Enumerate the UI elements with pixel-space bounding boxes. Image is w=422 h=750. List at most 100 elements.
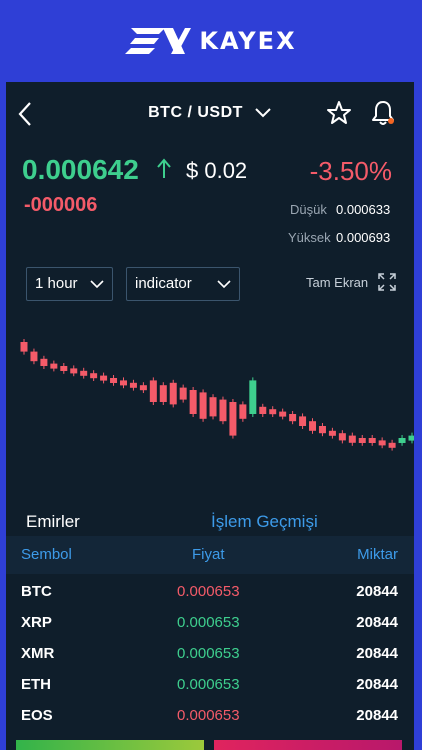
candle xyxy=(60,366,68,371)
indicator-value: indicator xyxy=(135,275,192,292)
candle xyxy=(219,399,227,422)
interval-value: 1 hour xyxy=(35,275,78,292)
candle xyxy=(388,442,396,448)
candle xyxy=(30,351,38,362)
arrow-up-icon xyxy=(157,158,171,178)
candle xyxy=(119,380,127,386)
tab-orders[interactable]: Emirler xyxy=(26,512,80,532)
candle xyxy=(50,363,58,369)
chevron-down-icon xyxy=(217,280,231,289)
candle xyxy=(269,409,277,415)
candle xyxy=(249,380,257,414)
candle xyxy=(129,382,137,388)
change-percent: -3.50% xyxy=(309,156,392,186)
candle xyxy=(209,397,217,417)
high-label: Yüksek xyxy=(288,230,331,245)
candle xyxy=(199,392,207,419)
pair-label: BTC / USDT xyxy=(148,104,243,121)
column-symbol: Sembol xyxy=(21,546,72,563)
notification-button[interactable] xyxy=(370,99,396,127)
column-price: Fiyat xyxy=(192,546,225,563)
indicator-select[interactable]: indicator xyxy=(126,267,240,301)
interval-select[interactable]: 1 hour xyxy=(26,267,113,301)
row-symbol: XRP xyxy=(21,614,52,631)
bell-icon xyxy=(372,101,394,125)
row-quantity: 20844 xyxy=(356,614,398,631)
candle xyxy=(179,387,187,400)
candle xyxy=(169,382,177,405)
buy-button[interactable] xyxy=(16,740,204,750)
favorite-button[interactable] xyxy=(326,100,352,126)
row-symbol: ETH xyxy=(21,676,51,693)
candle xyxy=(189,390,197,414)
kayex-logo-icon xyxy=(125,28,192,54)
pair-selector[interactable]: BTC / USDT xyxy=(6,104,414,122)
candle xyxy=(159,385,167,402)
candle xyxy=(309,421,317,431)
trade-list: BTC 0.000653 20844 XRP 0.000653 20844 XMR 0.000… xyxy=(6,577,414,732)
candle xyxy=(358,438,366,443)
candle xyxy=(318,426,326,434)
row-price: 0.000653 xyxy=(177,614,240,631)
table-row[interactable]: ETH 0.000653 20844 xyxy=(6,670,414,701)
row-symbol: BTC xyxy=(21,583,52,600)
row-quantity: 20844 xyxy=(356,707,398,724)
candle xyxy=(289,414,297,422)
candle xyxy=(90,373,98,379)
tab-trade-history[interactable]: İşlem Geçmişi xyxy=(211,512,318,532)
fullscreen-icon[interactable] xyxy=(378,273,396,291)
row-quantity: 20844 xyxy=(356,583,398,600)
candle xyxy=(398,438,406,443)
chevron-down-icon xyxy=(90,280,104,289)
candle xyxy=(229,402,237,436)
brand-header: KAYEX xyxy=(0,0,422,82)
table-row[interactable]: BTC 0.000653 20844 xyxy=(6,577,414,608)
candle xyxy=(338,433,346,441)
brand-name: KAYEX xyxy=(199,27,297,55)
candle xyxy=(239,404,247,419)
candle xyxy=(110,378,118,383)
sell-button[interactable] xyxy=(214,740,402,750)
candle xyxy=(149,380,157,402)
app-screen: BTC / USDT 0.000642 $ 0.02 -3.50% -00000… xyxy=(6,82,414,750)
candle xyxy=(348,435,356,443)
last-price: 0.000642 xyxy=(22,154,139,185)
usd-price: $ 0.02 xyxy=(186,158,248,183)
star-icon xyxy=(327,101,351,124)
candle xyxy=(328,430,336,436)
candle xyxy=(80,370,88,376)
row-quantity: 20844 xyxy=(356,676,398,693)
candle xyxy=(299,416,307,426)
row-price: 0.000653 xyxy=(177,676,240,693)
candle xyxy=(408,435,414,441)
candle xyxy=(40,358,48,366)
column-quantity: Miktar xyxy=(357,546,398,563)
table-row[interactable]: XMR 0.000653 20844 xyxy=(6,639,414,670)
candle xyxy=(70,368,78,374)
orders-tabs: Emirler İşlem Geçmişi xyxy=(6,502,414,537)
table-header: Sembol Fiyat Miktar xyxy=(6,536,414,574)
top-bar: BTC / USDT xyxy=(6,82,414,144)
candle xyxy=(368,438,376,443)
price-change: -000006 xyxy=(24,194,98,216)
candle xyxy=(259,406,267,414)
row-price: 0.000653 xyxy=(177,583,240,600)
low-label: Düşük xyxy=(290,202,327,217)
candle xyxy=(378,440,386,446)
row-price: 0.000653 xyxy=(177,645,240,662)
price-chart[interactable] xyxy=(6,310,414,470)
candle xyxy=(100,375,108,381)
candle xyxy=(139,385,147,391)
row-price: 0.000653 xyxy=(177,707,240,724)
fullscreen-label[interactable]: Tam Ekran xyxy=(306,275,368,290)
table-row[interactable]: EOS 0.000653 20844 xyxy=(6,701,414,732)
chevron-down-icon xyxy=(255,108,271,118)
candle xyxy=(279,411,287,417)
row-quantity: 20844 xyxy=(356,645,398,662)
low-value: 0.000633 xyxy=(336,202,391,217)
table-row[interactable]: XRP 0.000653 20844 xyxy=(6,608,414,639)
row-symbol: EOS xyxy=(21,707,53,724)
row-symbol: XMR xyxy=(21,645,55,662)
high-value: 0.000693 xyxy=(336,230,391,245)
candle xyxy=(20,342,28,352)
